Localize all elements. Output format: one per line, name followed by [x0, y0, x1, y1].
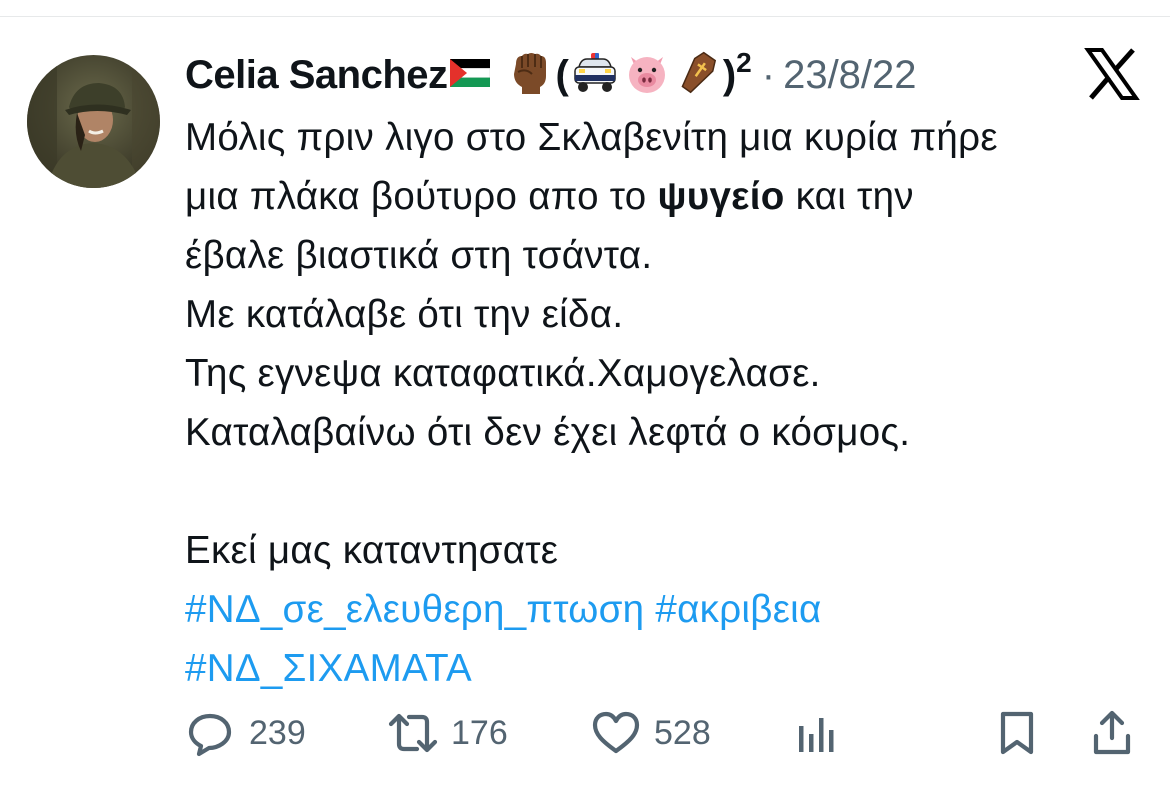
bookmark-button[interactable]	[995, 705, 1039, 761]
text-line-7: Εκεί μας καταντησατε	[185, 529, 559, 572]
avatar[interactable]	[27, 55, 160, 188]
reply-count: 239	[249, 713, 306, 752]
top-divider	[0, 16, 1170, 17]
author-name[interactable]: Celia Sanchez	[185, 53, 448, 98]
text-line-6: Καταλαβαίνω ότι δεν έχει λεφτά ο κόσμος.	[185, 411, 911, 454]
reply-icon	[185, 708, 235, 758]
reply-button[interactable]: 239	[185, 705, 306, 761]
text-line-1: Μόλις πριν λιγο στο Σκλαβενίτη μια κυρία…	[185, 116, 998, 159]
tweet-text: Μόλις πριν λιγο στο Σκλαβενίτη μια κυρία…	[185, 108, 998, 698]
pig-face-icon	[625, 51, 669, 100]
like-count: 528	[654, 713, 711, 752]
repost-button[interactable]: 176	[385, 705, 508, 761]
text-segment: μια πλάκα βούτυρο απο το	[185, 175, 658, 218]
hashtag-link[interactable]: #ΝΔ_ΣΙΧΑΜΑΤΑ	[185, 647, 472, 690]
bold-word: ψυγείο	[657, 175, 785, 218]
hashtag-link[interactable]: #ακριβεια	[655, 588, 821, 631]
raised-fist-icon	[508, 50, 552, 101]
paren-open: (	[555, 52, 569, 97]
like-button[interactable]: 528	[590, 705, 711, 761]
action-bar: 239 176 528	[185, 705, 1145, 761]
analytics-icon	[795, 708, 839, 758]
header-separator: ·	[761, 52, 776, 97]
paren-close: )	[722, 52, 737, 97]
coffin-icon	[675, 51, 721, 100]
hashtag-link[interactable]: #ΝΔ_σε_ελευθερη_πτωση	[185, 588, 644, 631]
share-button[interactable]	[1090, 705, 1134, 761]
tweet-date[interactable]: 23/8/22	[783, 53, 916, 98]
text-line-3: έβαλε βιαστικά στη τσάντα.	[185, 234, 653, 277]
bookmark-icon	[995, 708, 1039, 758]
text-line-4: Με κατάλαβε ότι την είδα.	[185, 293, 624, 336]
views-button[interactable]	[795, 705, 839, 761]
repost-icon	[385, 708, 441, 758]
text-line-2: μια πλάκα βούτυρο απο το ψυγείο και την	[185, 167, 998, 226]
text-segment: και την	[784, 175, 914, 218]
superscript-two: 2	[736, 47, 752, 78]
text-line-5: Της εγνεψα καταφατικά.Χαμογελασε.	[185, 352, 821, 395]
repost-count: 176	[451, 713, 508, 752]
x-logo-icon	[1084, 46, 1140, 102]
police-car-icon	[571, 51, 619, 100]
palestine-flag-icon	[449, 58, 490, 92]
hashtag-line-1: #ΝΔ_σε_ελευθερη_πτωση #ακριβεια	[185, 580, 998, 639]
tweet-header: Celia Sanchez () 2 · 23/8/22	[185, 47, 917, 101]
avatar-image	[27, 55, 160, 188]
heart-icon	[590, 709, 642, 757]
hashtag-line-2: #ΝΔ_ΣΙΧΑΜΑΤΑ	[185, 639, 998, 698]
share-icon	[1090, 708, 1134, 758]
